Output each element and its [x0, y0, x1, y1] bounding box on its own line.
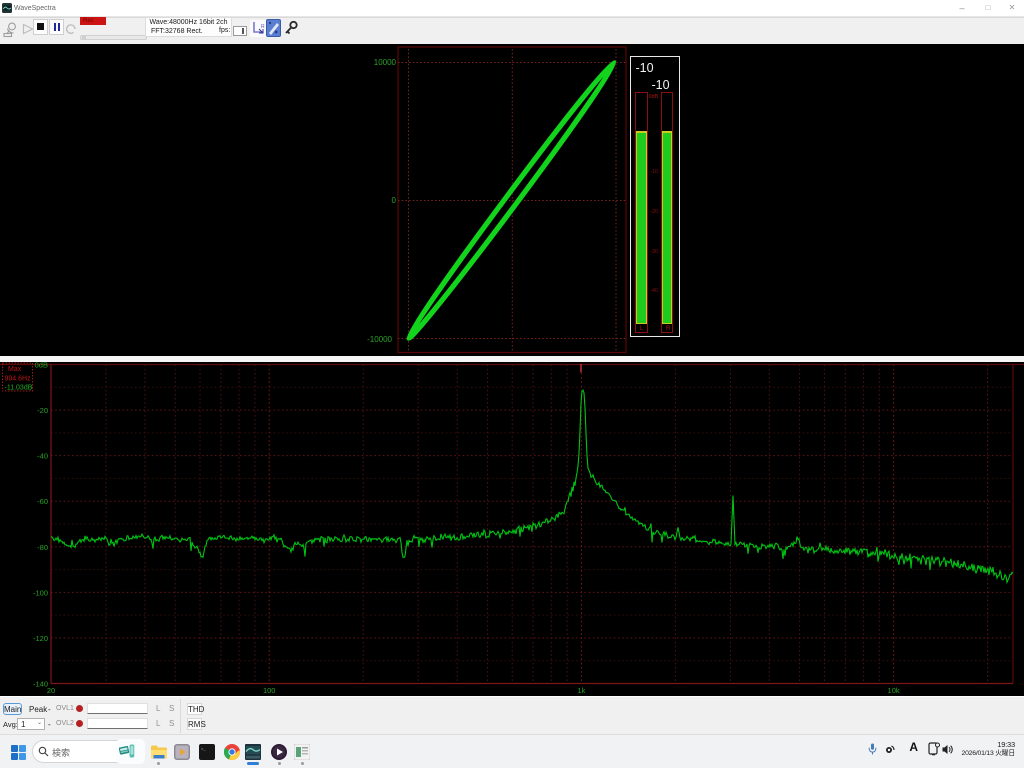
- svg-text:-100: -100: [33, 588, 48, 597]
- svg-text:-80: -80: [37, 543, 48, 552]
- svg-text:0dB: 0dB: [35, 362, 48, 370]
- svg-text:-120: -120: [33, 634, 48, 643]
- svg-text:-40: -40: [37, 452, 48, 461]
- svg-text:1k: 1k: [577, 686, 585, 695]
- svg-text:100: 100: [263, 686, 276, 695]
- svg-text:-60: -60: [37, 497, 48, 506]
- svg-text:>_: >_: [201, 747, 206, 752]
- svg-text:Max: Max: [8, 366, 22, 373]
- svg-text:-140: -140: [33, 680, 48, 689]
- svg-text:-11.03dB: -11.03dB: [5, 385, 33, 392]
- svg-text:20: 20: [47, 686, 55, 695]
- svg-text:10k: 10k: [888, 686, 900, 695]
- svg-text:994.6Hz: 994.6Hz: [5, 376, 32, 383]
- svg-text:-20: -20: [37, 406, 48, 415]
